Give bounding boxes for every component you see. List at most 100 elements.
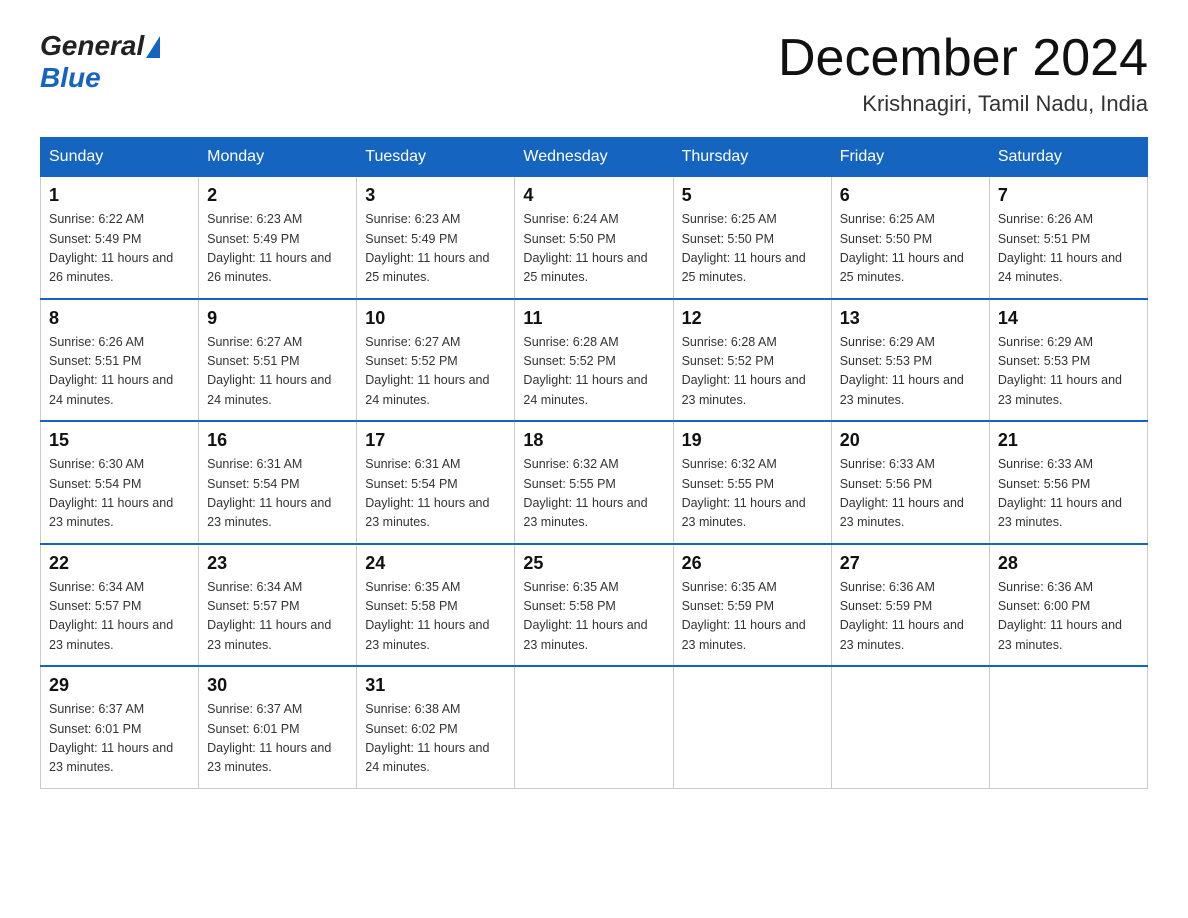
- table-row: 4 Sunrise: 6:24 AMSunset: 5:50 PMDayligh…: [515, 177, 673, 299]
- table-row: [673, 666, 831, 788]
- table-row: 6 Sunrise: 6:25 AMSunset: 5:50 PMDayligh…: [831, 177, 989, 299]
- table-row: 18 Sunrise: 6:32 AMSunset: 5:55 PMDaylig…: [515, 421, 673, 544]
- day-info: Sunrise: 6:34 AMSunset: 5:57 PMDaylight:…: [207, 580, 331, 652]
- day-number: 10: [365, 308, 506, 329]
- table-row: 23 Sunrise: 6:34 AMSunset: 5:57 PMDaylig…: [199, 544, 357, 667]
- day-number: 8: [49, 308, 190, 329]
- table-row: 12 Sunrise: 6:28 AMSunset: 5:52 PMDaylig…: [673, 299, 831, 422]
- day-info: Sunrise: 6:23 AMSunset: 5:49 PMDaylight:…: [365, 212, 489, 284]
- day-number: 16: [207, 430, 348, 451]
- day-info: Sunrise: 6:35 AMSunset: 5:58 PMDaylight:…: [365, 580, 489, 652]
- day-info: Sunrise: 6:29 AMSunset: 5:53 PMDaylight:…: [840, 335, 964, 407]
- logo: General Blue: [40, 30, 160, 94]
- calendar-week-1: 1 Sunrise: 6:22 AMSunset: 5:49 PMDayligh…: [41, 177, 1148, 299]
- day-info: Sunrise: 6:34 AMSunset: 5:57 PMDaylight:…: [49, 580, 173, 652]
- table-row: 14 Sunrise: 6:29 AMSunset: 5:53 PMDaylig…: [989, 299, 1147, 422]
- day-info: Sunrise: 6:35 AMSunset: 5:59 PMDaylight:…: [682, 580, 806, 652]
- day-number: 27: [840, 553, 981, 574]
- table-row: 26 Sunrise: 6:35 AMSunset: 5:59 PMDaylig…: [673, 544, 831, 667]
- col-wednesday: Wednesday: [515, 138, 673, 177]
- day-number: 11: [523, 308, 664, 329]
- title-area: December 2024 Krishnagiri, Tamil Nadu, I…: [778, 30, 1148, 117]
- day-info: Sunrise: 6:30 AMSunset: 5:54 PMDaylight:…: [49, 457, 173, 529]
- day-info: Sunrise: 6:36 AMSunset: 6:00 PMDaylight:…: [998, 580, 1122, 652]
- day-info: Sunrise: 6:25 AMSunset: 5:50 PMDaylight:…: [682, 212, 806, 284]
- table-row: 1 Sunrise: 6:22 AMSunset: 5:49 PMDayligh…: [41, 177, 199, 299]
- calendar-week-2: 8 Sunrise: 6:26 AMSunset: 5:51 PMDayligh…: [41, 299, 1148, 422]
- day-info: Sunrise: 6:33 AMSunset: 5:56 PMDaylight:…: [998, 457, 1122, 529]
- day-info: Sunrise: 6:23 AMSunset: 5:49 PMDaylight:…: [207, 212, 331, 284]
- day-number: 6: [840, 185, 981, 206]
- day-number: 26: [682, 553, 823, 574]
- day-number: 19: [682, 430, 823, 451]
- day-info: Sunrise: 6:33 AMSunset: 5:56 PMDaylight:…: [840, 457, 964, 529]
- table-row: 11 Sunrise: 6:28 AMSunset: 5:52 PMDaylig…: [515, 299, 673, 422]
- day-number: 24: [365, 553, 506, 574]
- day-number: 22: [49, 553, 190, 574]
- table-row: 24 Sunrise: 6:35 AMSunset: 5:58 PMDaylig…: [357, 544, 515, 667]
- col-tuesday: Tuesday: [357, 138, 515, 177]
- day-info: Sunrise: 6:27 AMSunset: 5:51 PMDaylight:…: [207, 335, 331, 407]
- day-number: 1: [49, 185, 190, 206]
- day-number: 14: [998, 308, 1139, 329]
- logo-triangle-icon: [146, 36, 160, 58]
- table-row: 21 Sunrise: 6:33 AMSunset: 5:56 PMDaylig…: [989, 421, 1147, 544]
- day-info: Sunrise: 6:24 AMSunset: 5:50 PMDaylight:…: [523, 212, 647, 284]
- day-number: 13: [840, 308, 981, 329]
- calendar-table: Sunday Monday Tuesday Wednesday Thursday…: [40, 137, 1148, 789]
- day-info: Sunrise: 6:37 AMSunset: 6:01 PMDaylight:…: [49, 702, 173, 774]
- table-row: 8 Sunrise: 6:26 AMSunset: 5:51 PMDayligh…: [41, 299, 199, 422]
- table-row: 28 Sunrise: 6:36 AMSunset: 6:00 PMDaylig…: [989, 544, 1147, 667]
- day-number: 31: [365, 675, 506, 696]
- day-info: Sunrise: 6:27 AMSunset: 5:52 PMDaylight:…: [365, 335, 489, 407]
- day-number: 4: [523, 185, 664, 206]
- day-info: Sunrise: 6:32 AMSunset: 5:55 PMDaylight:…: [682, 457, 806, 529]
- day-number: 20: [840, 430, 981, 451]
- day-number: 17: [365, 430, 506, 451]
- col-friday: Friday: [831, 138, 989, 177]
- table-row: 22 Sunrise: 6:34 AMSunset: 5:57 PMDaylig…: [41, 544, 199, 667]
- day-number: 3: [365, 185, 506, 206]
- month-title: December 2024: [778, 30, 1148, 87]
- table-row: 15 Sunrise: 6:30 AMSunset: 5:54 PMDaylig…: [41, 421, 199, 544]
- day-info: Sunrise: 6:28 AMSunset: 5:52 PMDaylight:…: [682, 335, 806, 407]
- table-row: [515, 666, 673, 788]
- location-text: Krishnagiri, Tamil Nadu, India: [778, 91, 1148, 117]
- day-number: 23: [207, 553, 348, 574]
- table-row: 17 Sunrise: 6:31 AMSunset: 5:54 PMDaylig…: [357, 421, 515, 544]
- table-row: 9 Sunrise: 6:27 AMSunset: 5:51 PMDayligh…: [199, 299, 357, 422]
- table-row: [989, 666, 1147, 788]
- day-info: Sunrise: 6:31 AMSunset: 5:54 PMDaylight:…: [207, 457, 331, 529]
- table-row: 30 Sunrise: 6:37 AMSunset: 6:01 PMDaylig…: [199, 666, 357, 788]
- table-row: 19 Sunrise: 6:32 AMSunset: 5:55 PMDaylig…: [673, 421, 831, 544]
- day-info: Sunrise: 6:35 AMSunset: 5:58 PMDaylight:…: [523, 580, 647, 652]
- day-number: 9: [207, 308, 348, 329]
- table-row: 3 Sunrise: 6:23 AMSunset: 5:49 PMDayligh…: [357, 177, 515, 299]
- table-row: 2 Sunrise: 6:23 AMSunset: 5:49 PMDayligh…: [199, 177, 357, 299]
- table-row: 7 Sunrise: 6:26 AMSunset: 5:51 PMDayligh…: [989, 177, 1147, 299]
- day-number: 18: [523, 430, 664, 451]
- calendar-week-5: 29 Sunrise: 6:37 AMSunset: 6:01 PMDaylig…: [41, 666, 1148, 788]
- day-info: Sunrise: 6:28 AMSunset: 5:52 PMDaylight:…: [523, 335, 647, 407]
- day-number: 29: [49, 675, 190, 696]
- page-header: General Blue December 2024 Krishnagiri, …: [40, 30, 1148, 117]
- table-row: 31 Sunrise: 6:38 AMSunset: 6:02 PMDaylig…: [357, 666, 515, 788]
- day-number: 30: [207, 675, 348, 696]
- day-number: 5: [682, 185, 823, 206]
- col-sunday: Sunday: [41, 138, 199, 177]
- table-row: 13 Sunrise: 6:29 AMSunset: 5:53 PMDaylig…: [831, 299, 989, 422]
- day-info: Sunrise: 6:38 AMSunset: 6:02 PMDaylight:…: [365, 702, 489, 774]
- day-info: Sunrise: 6:22 AMSunset: 5:49 PMDaylight:…: [49, 212, 173, 284]
- day-info: Sunrise: 6:29 AMSunset: 5:53 PMDaylight:…: [998, 335, 1122, 407]
- table-row: 5 Sunrise: 6:25 AMSunset: 5:50 PMDayligh…: [673, 177, 831, 299]
- day-info: Sunrise: 6:26 AMSunset: 5:51 PMDaylight:…: [49, 335, 173, 407]
- day-number: 7: [998, 185, 1139, 206]
- day-number: 28: [998, 553, 1139, 574]
- table-row: [831, 666, 989, 788]
- day-info: Sunrise: 6:25 AMSunset: 5:50 PMDaylight:…: [840, 212, 964, 284]
- logo-blue-text: Blue: [40, 62, 101, 93]
- day-number: 12: [682, 308, 823, 329]
- day-info: Sunrise: 6:36 AMSunset: 5:59 PMDaylight:…: [840, 580, 964, 652]
- table-row: 10 Sunrise: 6:27 AMSunset: 5:52 PMDaylig…: [357, 299, 515, 422]
- calendar-week-4: 22 Sunrise: 6:34 AMSunset: 5:57 PMDaylig…: [41, 544, 1148, 667]
